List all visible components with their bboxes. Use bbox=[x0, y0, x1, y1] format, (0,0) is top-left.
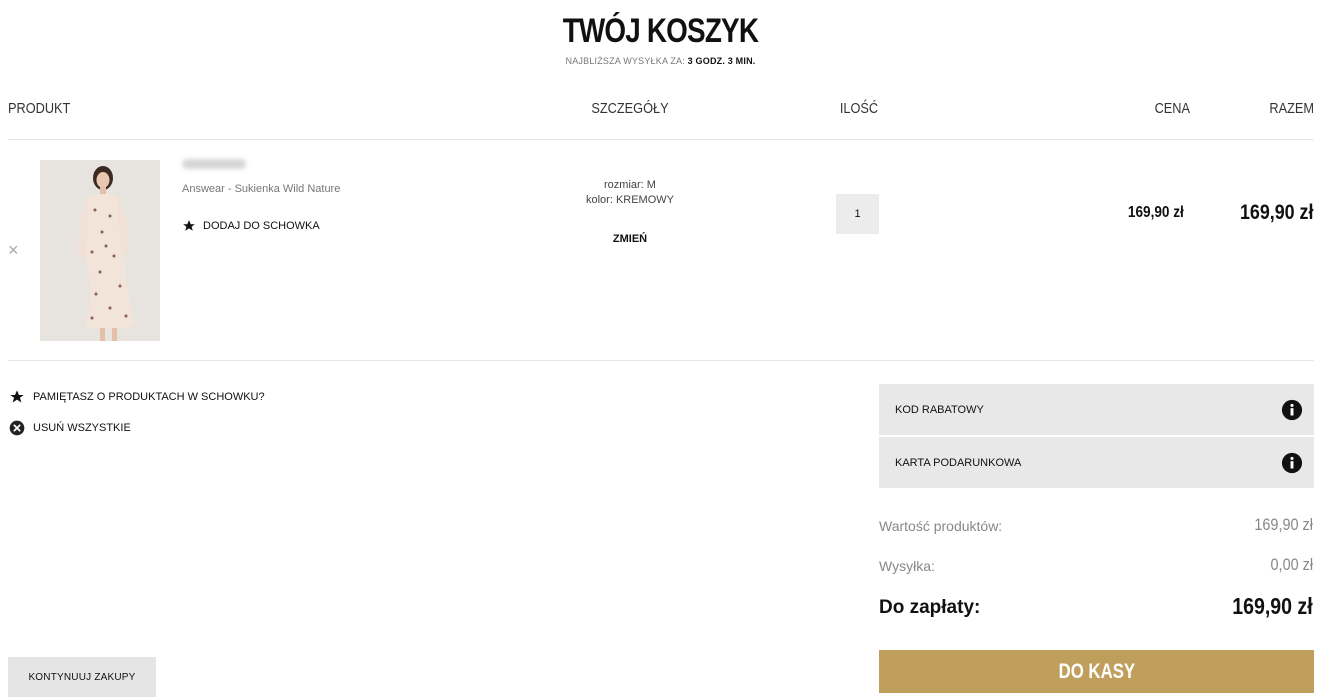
close-icon: × bbox=[8, 240, 19, 260]
product-details: rozmiar: M kolor: KREMOWY bbox=[540, 178, 720, 208]
continue-shopping-button[interactable]: KONTYNUUJ ZAKUPY bbox=[8, 657, 156, 697]
favorites-reminder-label: PAMIĘTASZ O PRODUKTACH W SCHOWKU? bbox=[33, 391, 265, 403]
favorites-reminder-link[interactable]: PAMIĘTASZ O PRODUKTACH W SCHOWKU? bbox=[9, 389, 265, 405]
product-image[interactable] bbox=[40, 160, 160, 341]
remove-all-button[interactable]: USUŃ WSZYSTKIE bbox=[9, 420, 131, 436]
add-to-favorites-button[interactable]: DODAJ DO SCHOWKA bbox=[182, 219, 320, 233]
discount-code-label: KOD RABATOWY bbox=[895, 403, 984, 416]
info-icon[interactable] bbox=[1281, 399, 1303, 421]
info-icon[interactable] bbox=[1281, 452, 1303, 474]
shipping-countdown-label: NAJBLIŻSZA WYSYŁKA ZA: bbox=[565, 56, 685, 66]
column-header-total: RAZEM bbox=[1269, 100, 1314, 117]
divider bbox=[8, 360, 1314, 361]
total-label: Do zapłaty: bbox=[879, 597, 981, 618]
gift-card-toggle[interactable]: KARTA PODARUNKOWA bbox=[879, 437, 1314, 488]
divider bbox=[8, 139, 1314, 140]
star-icon bbox=[183, 220, 195, 231]
column-header-product: PRODUKT bbox=[8, 100, 71, 117]
shipping-label: Wysyłka: bbox=[879, 558, 935, 574]
products-value-label: Wartość produktów: bbox=[879, 518, 1003, 534]
add-to-favorites-label: DODAJ DO SCHOWKA bbox=[203, 220, 320, 232]
remove-circle-icon bbox=[9, 420, 25, 436]
unit-price: 169,90 zł bbox=[1128, 204, 1184, 221]
checkout-label: DO KASY bbox=[1058, 659, 1135, 683]
product-size: rozmiar: M bbox=[604, 179, 656, 191]
checkout-button[interactable]: DO KASY bbox=[879, 650, 1314, 693]
product-name[interactable]: Answear - Sukienka Wild Nature bbox=[182, 183, 340, 195]
products-value: 169,90 zł bbox=[1254, 515, 1313, 534]
dress-photo-icon bbox=[40, 160, 160, 341]
remove-all-label: USUŃ WSZYSTKIE bbox=[33, 422, 131, 434]
shipping-countdown: NAJBLIŻSZA WYSYŁKA ZA: 3 GODZ. 3 MIN. bbox=[0, 56, 1321, 66]
page-title: TWÓJ KOSZYK bbox=[562, 12, 759, 50]
total-value: 169,90 zł bbox=[1232, 593, 1313, 619]
row-total-price: 169,90 zł bbox=[1239, 201, 1313, 224]
gift-card-label: KARTA PODARUNKOWA bbox=[895, 456, 1022, 469]
product-sku-blurred bbox=[182, 159, 246, 169]
column-header-price: CENA bbox=[1154, 100, 1190, 117]
discount-code-toggle[interactable]: KOD RABATOWY bbox=[879, 384, 1314, 435]
product-color: kolor: KREMOWY bbox=[585, 194, 674, 206]
shipping-countdown-time: 3 GODZ. 3 MIN. bbox=[687, 56, 756, 66]
quantity-field[interactable]: 1 bbox=[836, 194, 879, 234]
star-icon bbox=[10, 390, 24, 403]
change-details-button[interactable]: ZMIEŃ bbox=[540, 233, 720, 245]
remove-item-button[interactable]: × bbox=[8, 240, 19, 260]
column-header-details: SZCZEGÓŁY bbox=[591, 100, 669, 117]
shipping-value: 0,00 zł bbox=[1270, 555, 1313, 574]
column-header-quantity: ILOŚĆ bbox=[839, 100, 879, 117]
